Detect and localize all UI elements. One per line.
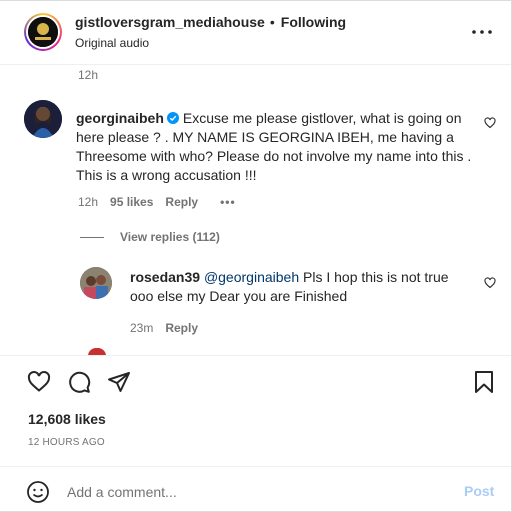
reply-heart-icon[interactable] (484, 276, 496, 289)
comment-likes[interactable]: 95 likes (110, 195, 153, 209)
header-username[interactable]: gistloversgram_mediahouse (75, 14, 265, 30)
caption-timestamp: 12h (78, 68, 99, 82)
comments-divider (0, 355, 511, 356)
comment-options-icon[interactable]: ••• (220, 195, 236, 209)
bookmark-icon[interactable] (472, 370, 496, 394)
reply-avatar[interactable] (80, 267, 112, 299)
reply-mention[interactable]: @georginaibeh (204, 269, 299, 285)
following-button[interactable]: Following (281, 14, 346, 30)
post-likes-count[interactable]: 12,608 likes (28, 411, 106, 427)
comment-body: georginaibeh Excuse me please gistlover, … (76, 109, 472, 185)
header-username-line: gistloversgram_mediahouse • Following (75, 14, 346, 30)
heart-icon[interactable] (27, 370, 51, 394)
reply-meta: 23m Reply (130, 321, 198, 335)
comments-list[interactable]: 12h georginaibeh Excuse me please gistlov… (0, 64, 511, 355)
action-bar (0, 362, 511, 402)
comment-input[interactable] (67, 482, 447, 502)
header-avatar-image (28, 17, 58, 47)
reply-time: 23m (130, 321, 154, 335)
comment-icon[interactable] (67, 370, 91, 394)
comment-reply-button[interactable]: Reply (165, 195, 198, 209)
comment-heart-icon[interactable] (484, 116, 496, 129)
add-comment-divider (0, 466, 511, 467)
header-avatar[interactable] (24, 13, 62, 51)
comment-time: 12h (78, 195, 99, 209)
separator-dot: • (269, 14, 275, 30)
comment-meta: 12h 95 likes Reply ••• (78, 195, 236, 209)
add-comment-bar: Post (0, 472, 511, 512)
post-time-ago: 12 HOURS AGO (28, 437, 105, 448)
comment-username[interactable]: georginaibeh (76, 110, 164, 126)
verified-icon (166, 112, 179, 124)
post-header: gistloversgram_mediahouse • Following Orig… (0, 0, 511, 64)
view-replies-label: View replies (112) (120, 230, 220, 244)
original-audio-link[interactable]: Original audio (75, 36, 149, 50)
more-horizontal-icon[interactable] (470, 24, 494, 40)
view-replies-button[interactable]: View replies (112) (80, 230, 220, 244)
emoji-icon[interactable] (26, 480, 50, 504)
replies-line (80, 236, 104, 238)
reply-reply-button[interactable]: Reply (165, 321, 198, 335)
next-avatar-peek (88, 348, 106, 355)
post-button[interactable]: Post (464, 483, 494, 499)
share-icon[interactable] (107, 370, 131, 394)
reply-body: rosedan39 @georginaibeh Pls I hop this i… (130, 268, 470, 306)
commenter-avatar[interactable] (24, 100, 62, 138)
reply-username[interactable]: rosedan39 (130, 269, 200, 285)
